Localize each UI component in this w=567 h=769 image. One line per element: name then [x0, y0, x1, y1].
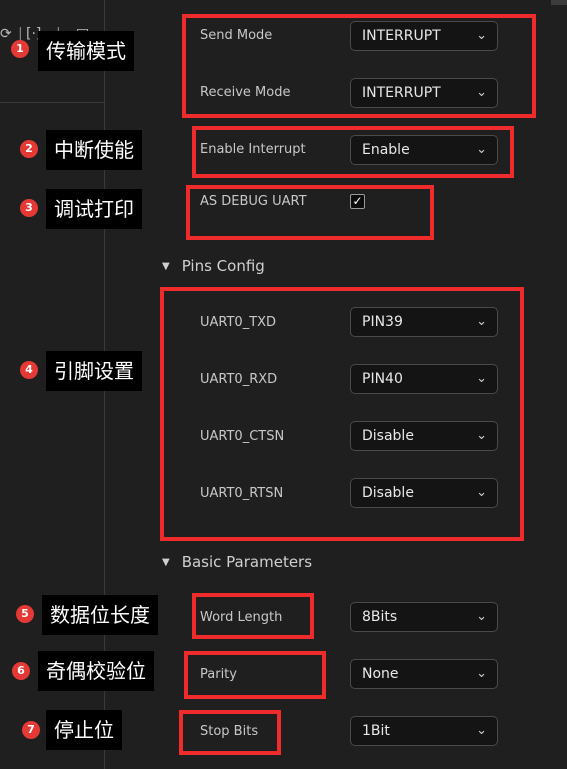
highlight-debug: [186, 185, 434, 240]
stop-bits-value: 1Bit: [362, 723, 390, 739]
annotation-badge: 4: [20, 361, 38, 379]
annotation-label: 奇偶校验位: [38, 651, 154, 691]
highlight-parity: [184, 651, 326, 699]
annotation-badge: 2: [20, 140, 38, 158]
highlight-transfer-mode: [182, 14, 536, 118]
annotation-badge: 6: [12, 662, 30, 680]
annotation-label: 停止位: [46, 710, 122, 750]
basic-parameters-section[interactable]: ▼ Basic Parameters: [162, 553, 312, 571]
highlight-interrupt: [192, 126, 514, 178]
chevron-down-icon: ⌄: [476, 666, 487, 681]
stop-bits-dropdown[interactable]: 1Bit ⌄: [350, 716, 498, 746]
annotation-label: 调试打印: [46, 189, 142, 229]
basic-parameters-title: Basic Parameters: [181, 553, 313, 571]
annotation-badge: 7: [22, 721, 40, 739]
annotation-label: 引脚设置: [46, 351, 142, 391]
chevron-down-icon: ⌄: [476, 723, 487, 738]
word-length-dropdown[interactable]: 8Bits ⌄: [350, 602, 498, 632]
annotation-label: 数据位长度: [42, 595, 158, 635]
annotation-badge: 3: [20, 199, 38, 217]
highlight-pins: [160, 287, 524, 541]
annotation-badge: 5: [16, 605, 34, 623]
annotation-label: 传输模式: [38, 31, 134, 71]
collapse-triangle-icon: ▼: [162, 557, 170, 568]
left-divider: [0, 102, 104, 103]
collapse-triangle-icon: ▼: [162, 261, 170, 272]
annotation-label: 中断使能: [46, 130, 142, 170]
pins-config-section[interactable]: ▼ Pins Config: [162, 257, 265, 275]
parity-value: None: [362, 666, 399, 682]
chevron-down-icon: ⌄: [476, 609, 487, 624]
highlight-stop-bits: [179, 710, 281, 755]
refresh-icon[interactable]: ⟳: [0, 26, 12, 42]
word-length-value: 8Bits: [362, 609, 398, 625]
pins-config-title: Pins Config: [181, 257, 265, 275]
scrollbar-corner: [551, 0, 567, 5]
highlight-word-length: [192, 593, 314, 639]
annotation-badge: 1: [11, 40, 29, 58]
parity-dropdown[interactable]: None ⌄: [350, 659, 498, 689]
